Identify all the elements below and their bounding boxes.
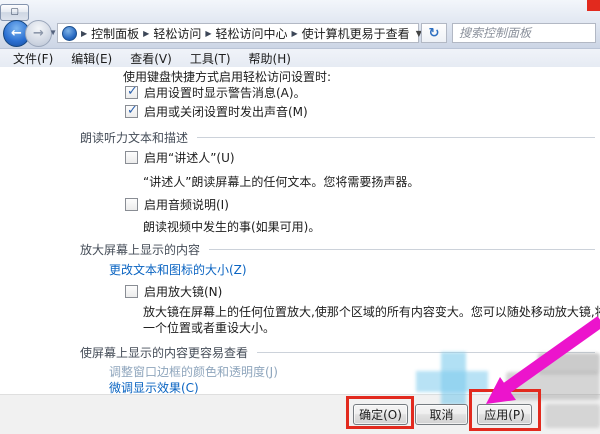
chevron-down-icon: ▼ bbox=[51, 29, 56, 36]
section-hear-title: 朗读听力文本和描述 bbox=[80, 129, 188, 146]
breadcrumb-separator-icon: ▶ bbox=[80, 29, 88, 38]
menu-file[interactable]: 文件(F) bbox=[4, 49, 62, 68]
menu-edit[interactable]: 编辑(E) bbox=[62, 49, 121, 68]
breadcrumb-ease-of-access-center[interactable]: 轻松访问中心 bbox=[213, 25, 291, 42]
breadcrumb-current-page[interactable]: 使计算机更易于查看 bbox=[299, 25, 413, 42]
checkbox-icon[interactable]: ✓ bbox=[125, 105, 138, 118]
magnifier-checkbox-row[interactable]: ✓ 启用放大镜(N) bbox=[125, 283, 222, 300]
ok-button[interactable]: 确定(O) bbox=[353, 404, 408, 425]
red-corner-annotation bbox=[587, 0, 600, 11]
audio-description-checkbox-row[interactable]: ✓ 启用音频说明(I) bbox=[125, 196, 229, 213]
section-see-title: 使屏幕上显示的内容更容易查看 bbox=[80, 344, 248, 361]
refresh-icon: ↻ bbox=[429, 26, 440, 41]
breadcrumb-ease-of-access[interactable]: 轻松访问 bbox=[150, 25, 204, 42]
sound-label: 启用或关闭设置时发出声音(M) bbox=[144, 103, 308, 120]
menu-bar: 文件(F) 编辑(E) 查看(V) 工具(T) 帮助(H) bbox=[0, 49, 600, 67]
change-text-size-link[interactable]: 更改文本和图标的大小(Z) bbox=[109, 261, 247, 278]
menu-tools[interactable]: 工具(T) bbox=[181, 49, 240, 68]
breadcrumb-separator-icon: ▶ bbox=[142, 29, 150, 38]
maximize-icon: ▢ bbox=[10, 8, 19, 17]
back-icon: ← bbox=[11, 26, 22, 41]
sound-checkbox-row[interactable]: ✓ 启用或关闭设置时发出声音(M) bbox=[125, 103, 308, 120]
narrator-checkbox-row[interactable]: ✓ 启用“讲述人”(U) bbox=[125, 149, 235, 166]
audio-description-label: 启用音频说明(I) bbox=[144, 196, 229, 213]
settings-content: 使用键盘快捷方式启用轻松访问设置时: ✓ 启用设置时显示警告消息(A)。 ✓ 启… bbox=[0, 67, 600, 395]
checkbox-icon[interactable]: ✓ bbox=[125, 198, 138, 211]
address-bar[interactable]: ▶ 控制面板 ▶ 轻松访问 ▶ 轻松访问中心 ▶ 使计算机更易于查看 ▼ bbox=[57, 23, 419, 43]
narrator-description: “讲述人”朗读屏幕上的任何文本。您将需要扬声器。 bbox=[143, 173, 419, 190]
search-input[interactable] bbox=[453, 24, 595, 42]
apply-button[interactable]: 应用(P) bbox=[477, 404, 532, 425]
checkbox-icon[interactable]: ✓ bbox=[125, 285, 138, 298]
section-magnify-title: 放大屏幕上显示的内容 bbox=[80, 241, 200, 258]
magnifier-description-line2: 一个位置或者重设大小。 bbox=[143, 319, 275, 336]
warning-message-label: 启用设置时显示警告消息(A)。 bbox=[144, 84, 306, 101]
audio-description-text: 朗读视频中发生的事(如果可用)。 bbox=[143, 218, 320, 235]
check-icon: ✓ bbox=[127, 103, 138, 118]
ease-of-access-window: — ▢ ← → ▼ ▶ 控制面板 ▶ 轻松访问 ▶ 轻松访问中心 ▶ 使计算机更… bbox=[0, 0, 600, 434]
search-box bbox=[452, 23, 596, 43]
warning-message-checkbox-row[interactable]: ✓ 启用设置时显示警告消息(A)。 bbox=[125, 84, 306, 101]
recent-pages-caret[interactable]: ▼ bbox=[51, 29, 56, 36]
window-border-color-link[interactable]: 调整窗口边框的颜色和透明度(J) bbox=[109, 363, 278, 380]
forward-button[interactable]: → bbox=[25, 20, 52, 47]
breadcrumb-separator-icon: ▶ bbox=[291, 29, 299, 38]
window-chrome: — ▢ ← → ▼ ▶ 控制面板 ▶ 轻松访问 ▶ 轻松访问中心 ▶ 使计算机更… bbox=[0, 0, 600, 49]
check-icon: ✓ bbox=[127, 84, 138, 99]
breadcrumb-control-panel[interactable]: 控制面板 bbox=[88, 25, 142, 42]
ease-of-access-icon bbox=[62, 26, 77, 41]
menu-view[interactable]: 查看(V) bbox=[121, 49, 181, 68]
cancel-button[interactable]: 取消 bbox=[415, 404, 468, 425]
magnifier-label: 启用放大镜(N) bbox=[144, 283, 222, 300]
section-magnify-header: 放大屏幕上显示的内容 bbox=[80, 241, 595, 258]
breadcrumb-separator-icon: ▶ bbox=[204, 29, 212, 38]
magnifier-description-line1: 放大镜在屏幕上的任何位置放大,使那个区域的所有内容变大。您可以随处移动放大镜,将… bbox=[143, 303, 600, 320]
forward-icon: → bbox=[33, 26, 44, 41]
menu-help[interactable]: 帮助(H) bbox=[240, 49, 300, 68]
section-see-header: 使屏幕上显示的内容更容易查看 bbox=[80, 344, 595, 361]
checkbox-icon[interactable]: ✓ bbox=[125, 86, 138, 99]
narrator-label: 启用“讲述人”(U) bbox=[144, 149, 235, 166]
checkbox-icon[interactable]: ✓ bbox=[125, 151, 138, 164]
refresh-button[interactable]: ↻ bbox=[421, 23, 447, 43]
intro-text: 使用键盘快捷方式启用轻松访问设置时: bbox=[123, 68, 331, 85]
maximize-button[interactable]: ▢ bbox=[0, 4, 29, 21]
section-hear-header: 朗读听力文本和描述 bbox=[80, 129, 595, 146]
